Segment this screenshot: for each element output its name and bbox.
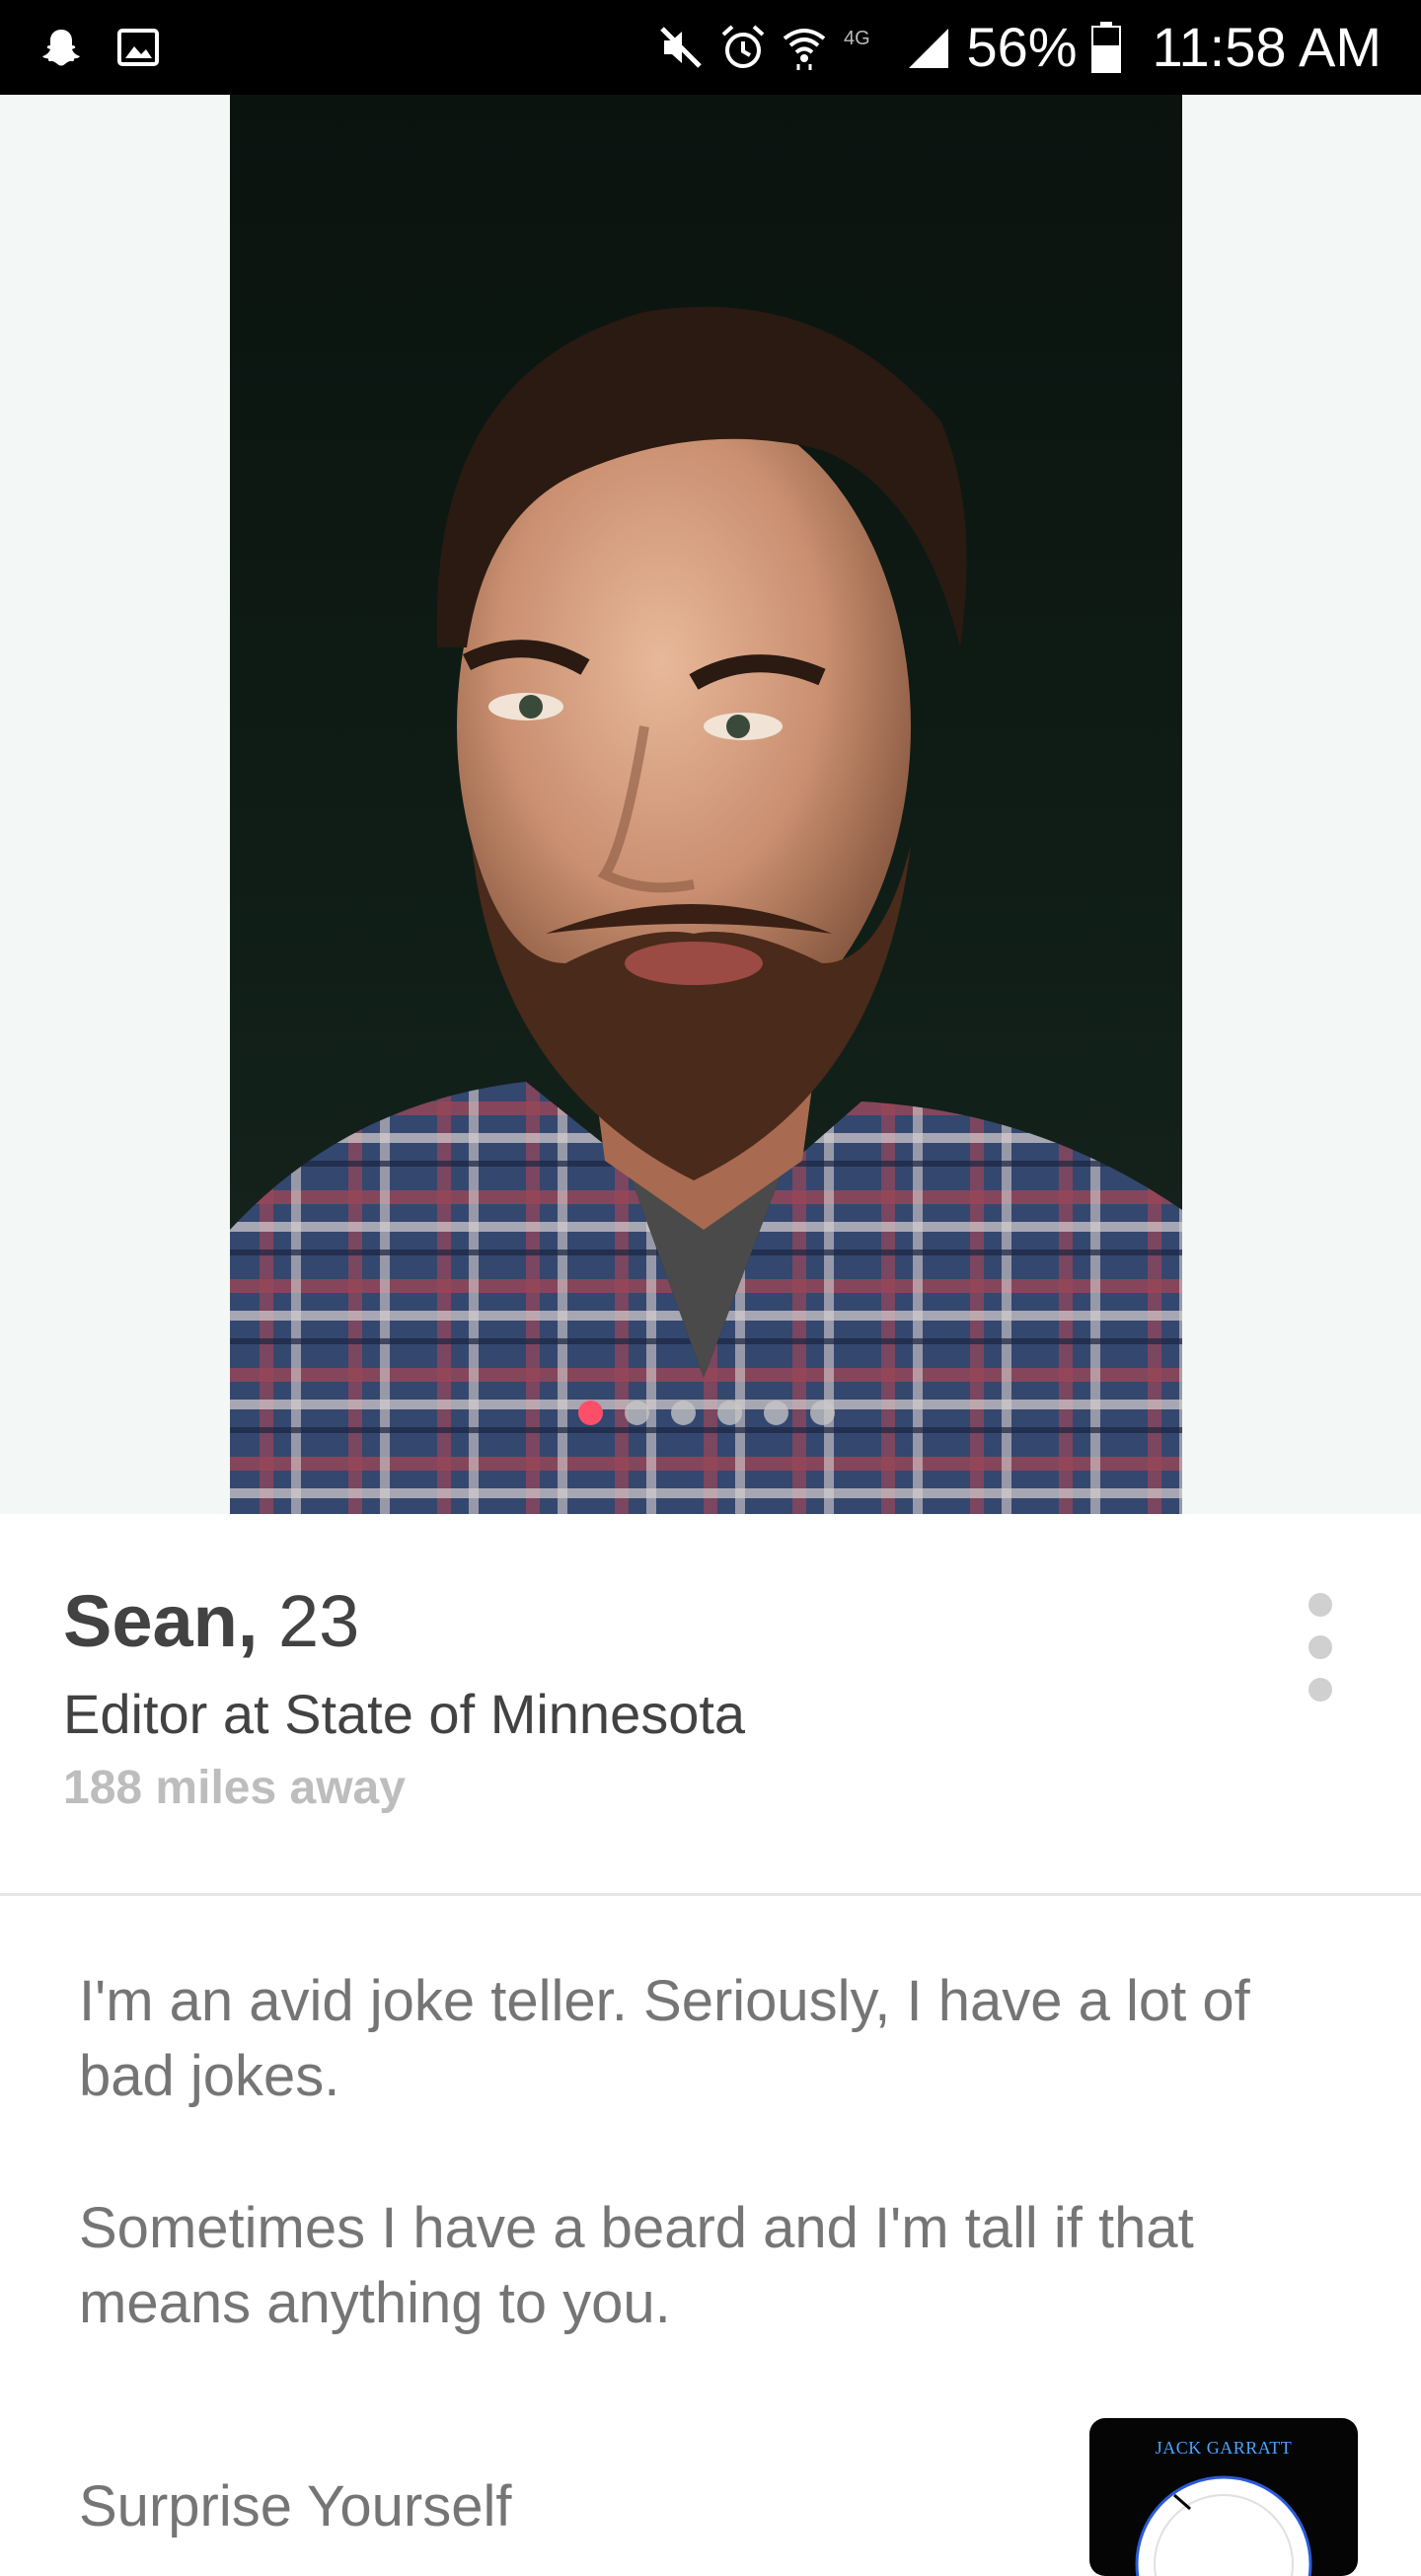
bio-paragraph: Sometimes I have a beard and I'm tall if… bbox=[79, 2196, 1194, 2335]
profile-distance: 188 miles away bbox=[63, 1762, 406, 1814]
anthem-song-title: Surprise Yourself bbox=[79, 2474, 512, 2538]
profile-age: 23 bbox=[278, 1580, 360, 1662]
photo-dot-2[interactable] bbox=[624, 1401, 649, 1425]
status-bar-right: 4G 56% 11:58 AM bbox=[656, 10, 1382, 85]
wifi-icon bbox=[781, 23, 828, 72]
album-disc-icon bbox=[1135, 2475, 1312, 2576]
photo-dot-5[interactable] bbox=[763, 1401, 788, 1425]
clock: 11:58 AM bbox=[1152, 16, 1382, 78]
photo-dot-6[interactable] bbox=[809, 1401, 835, 1425]
bio: I'm an avid joke teller. Seriously, I ha… bbox=[79, 1964, 1352, 2418]
status-bar-left bbox=[39, 18, 160, 77]
bio-paragraph: I'm an avid joke teller. Seriously, I ha… bbox=[79, 1969, 1250, 2108]
name-age: Sean, 23 bbox=[63, 1581, 359, 1661]
more-dot-icon bbox=[1309, 1678, 1332, 1702]
gallery-icon bbox=[116, 26, 160, 69]
album-artist: JACK GARRATT bbox=[1155, 2438, 1293, 2458]
network-type: 4G bbox=[844, 28, 870, 49]
more-dot-icon bbox=[1309, 1635, 1332, 1659]
profile-photo[interactable] bbox=[230, 95, 1182, 1514]
signal-icon bbox=[905, 23, 952, 72]
photo-carousel[interactable] bbox=[0, 95, 1421, 1514]
photo-dot-3[interactable] bbox=[670, 1401, 696, 1425]
more-dot-icon bbox=[1309, 1593, 1332, 1617]
divider bbox=[0, 1893, 1421, 1896]
status-bar: 4G 56% 11:58 AM bbox=[0, 0, 1421, 95]
lte-icon: 4G bbox=[842, 23, 891, 72]
photo-dot-4[interactable] bbox=[716, 1401, 742, 1425]
snapchat-icon bbox=[39, 26, 83, 69]
more-options-button[interactable] bbox=[1293, 1593, 1348, 1702]
profile-job: Editor at State of Minnesota bbox=[63, 1683, 746, 1745]
photo-pagination bbox=[230, 1401, 1182, 1425]
photo-dot-1[interactable] bbox=[577, 1401, 603, 1425]
profile-name: Sean, bbox=[63, 1580, 259, 1662]
battery-icon bbox=[1090, 22, 1121, 73]
battery-percent: 56% bbox=[966, 16, 1078, 78]
anthem-album-card[interactable]: JACK GARRATT bbox=[1089, 2418, 1358, 2576]
profile-header: Sean, 23 Editor at State of Minnesota 18… bbox=[0, 1514, 1421, 1895]
alarm-icon bbox=[719, 23, 767, 72]
mute-icon bbox=[656, 23, 706, 72]
